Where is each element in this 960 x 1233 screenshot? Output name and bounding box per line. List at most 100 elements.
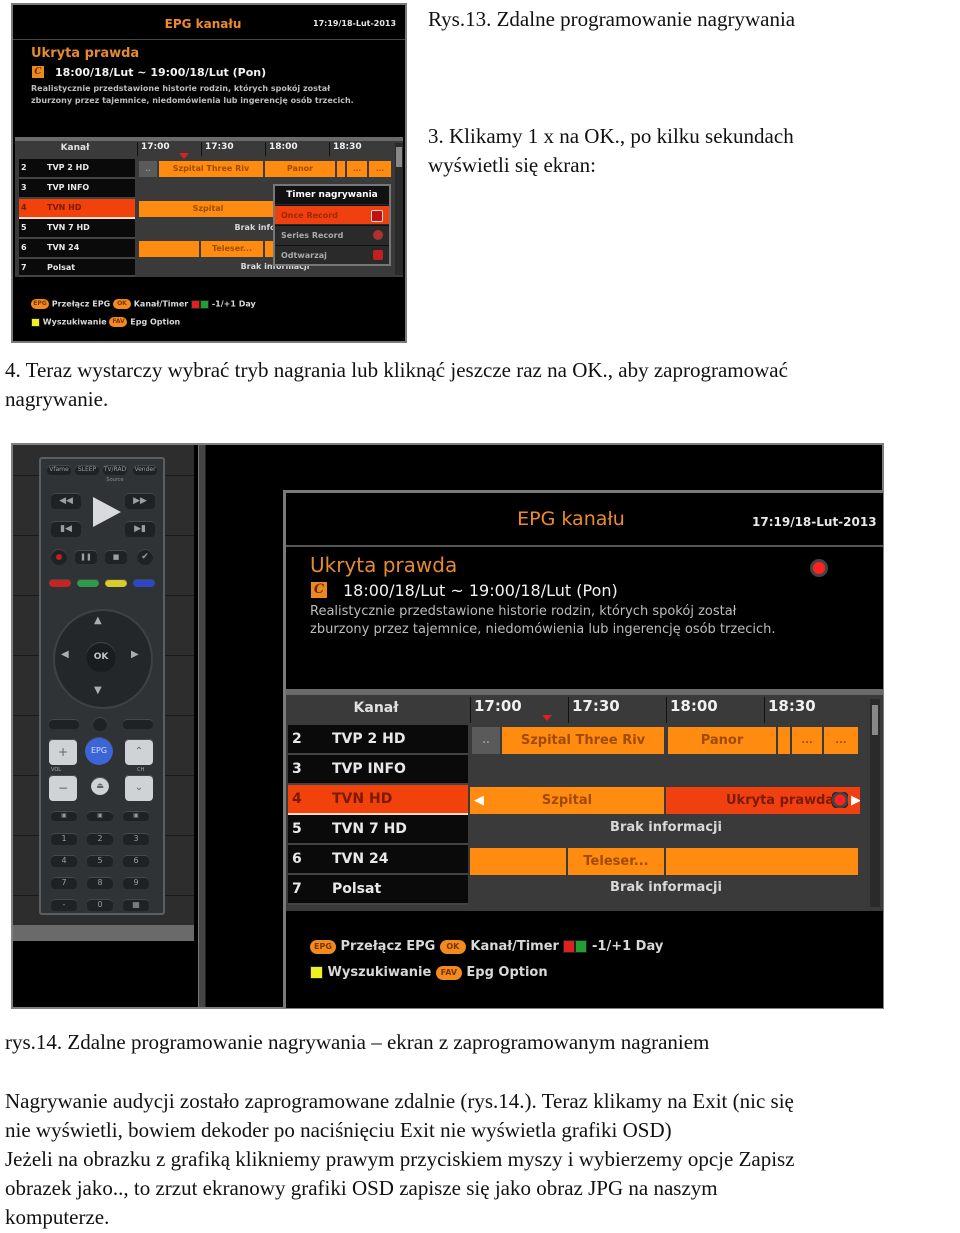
function-key[interactable]: ▣ xyxy=(123,811,149,821)
channel-row[interactable]: 3 TVP INFO xyxy=(19,179,135,199)
menu-item-playback[interactable]: Odtwarzaj xyxy=(275,245,389,264)
next-key[interactable]: ▶▮ xyxy=(125,521,155,537)
channel-row[interactable]: 7 Polsat xyxy=(288,875,468,905)
blue-key[interactable] xyxy=(133,579,155,587)
channel-name: TVN 7 HD xyxy=(47,223,90,232)
program-cell[interactable]: ... xyxy=(347,161,369,177)
record-scheduled-icon xyxy=(832,792,848,808)
green-key[interactable] xyxy=(77,579,99,587)
program-cell[interactable] xyxy=(139,241,201,257)
play-icon[interactable] xyxy=(93,497,121,527)
channel-up-key[interactable]: ⌃ xyxy=(125,739,153,765)
epg-key[interactable]: EPG xyxy=(85,737,113,765)
function-key[interactable]: ▣ xyxy=(51,811,77,821)
program-cell[interactable]: ... xyxy=(792,727,824,754)
record-key[interactable] xyxy=(51,549,67,565)
digit-key[interactable]: 0 xyxy=(87,899,113,911)
program-cell[interactable]: Panor xyxy=(265,161,337,177)
red-key[interactable] xyxy=(49,579,71,587)
fav-key[interactable] xyxy=(93,717,107,731)
menu-item-once-record[interactable]: Once Record xyxy=(275,205,389,224)
channel-row[interactable]: 2 TVP 2 HD xyxy=(288,725,468,755)
dash-key[interactable]: - xyxy=(51,899,77,911)
epg-osd: EPG kanału 17:19/18-Lut-2013 Ukryta praw… xyxy=(283,490,883,1008)
program-cell[interactable]: Szpital Three Riv xyxy=(502,727,666,754)
channel-column-header: Kanał xyxy=(60,143,90,153)
digit-key[interactable]: 6 xyxy=(123,855,149,867)
menu-grid-key[interactable]: ▦ xyxy=(123,899,149,911)
left-arrow-key[interactable]: ◀ xyxy=(61,649,69,660)
grid-top-border xyxy=(286,689,883,695)
digit-key[interactable]: 7 xyxy=(51,877,77,889)
sleep-key[interactable]: SLEEP xyxy=(75,465,99,475)
program-cell-recording[interactable]: Ukryta prawda ▶ xyxy=(666,787,862,814)
channel-row[interactable]: 2 TVP 2 HD xyxy=(19,159,135,179)
channel-number: 2 xyxy=(21,163,27,172)
channel-row[interactable]: 6 TVN 24 xyxy=(288,845,468,875)
program-cell[interactable]: ... xyxy=(369,161,393,177)
green-key-icon xyxy=(575,940,588,953)
channel-row[interactable]: 5 TVN 7 HD xyxy=(288,815,468,845)
remote-key[interactable] xyxy=(123,719,153,729)
digit-key[interactable]: 1 xyxy=(51,833,77,845)
mute-key[interactable]: ⏏ xyxy=(91,777,109,795)
up-arrow-key[interactable]: ▲ xyxy=(94,615,102,626)
volume-down-key[interactable]: − xyxy=(49,775,77,801)
program-cell[interactable] xyxy=(470,848,568,875)
program-cell[interactable]: ... xyxy=(824,727,860,754)
down-arrow-key[interactable]: ▼ xyxy=(94,685,102,696)
digit-key[interactable]: 9 xyxy=(123,877,149,889)
digit-key[interactable]: 2 xyxy=(87,833,113,845)
stop-key[interactable]: ■ xyxy=(105,550,127,564)
pause-key[interactable]: ❚❚ xyxy=(75,550,97,564)
check-key[interactable]: ✔ xyxy=(137,549,153,565)
menu-item-series-record[interactable]: Series Record xyxy=(275,225,389,244)
digit-key[interactable]: 3 xyxy=(123,833,149,845)
function-key[interactable]: ▣ xyxy=(87,811,113,821)
time-header-1830: 18:30 xyxy=(329,142,393,156)
program-cell[interactable]: ◀ Szpital xyxy=(470,787,666,814)
remote-key[interactable]: Vfame xyxy=(47,465,71,475)
channel-row[interactable]: 5 TVN 7 HD xyxy=(19,219,135,239)
program-cell[interactable]: Panor xyxy=(668,727,778,754)
channel-row-selected[interactable]: 4 TVN HD xyxy=(288,785,468,815)
yellow-key[interactable] xyxy=(105,579,127,587)
rewind-key[interactable]: ◀◀ xyxy=(51,493,81,509)
program-cell[interactable]: Teleser... xyxy=(201,241,265,257)
menu-item-label: Odtwarzaj xyxy=(281,251,327,260)
remote-key[interactable] xyxy=(49,719,79,729)
scrollbar-thumb[interactable] xyxy=(396,147,402,167)
program-cell[interactable]: Teleser... xyxy=(568,848,666,875)
channel-down-key[interactable]: ⌄ xyxy=(125,775,153,801)
channel-row[interactable]: 7 Polsat xyxy=(19,259,135,277)
scrollbar[interactable] xyxy=(870,699,880,907)
program-cell[interactable] xyxy=(666,848,860,875)
digit-key[interactable]: 4 xyxy=(51,855,77,867)
figure-13-caption: Rys.13. Zdalne programowanie nagrywania xyxy=(428,7,796,31)
digit-key[interactable]: 5 xyxy=(87,855,113,867)
remote-key[interactable]: Vender xyxy=(133,465,157,475)
volume-up-key[interactable]: + xyxy=(49,739,77,765)
program-cell[interactable]: Szpital xyxy=(139,201,279,217)
digit-key[interactable]: 8 xyxy=(87,877,113,889)
time-header-1730: 17:30 xyxy=(568,697,667,723)
grid-top-border xyxy=(15,137,403,141)
program-cell[interactable]: .. xyxy=(472,727,502,754)
program-cell[interactable]: Szpital Three Riv xyxy=(159,161,265,177)
ok-key[interactable]: OK xyxy=(86,642,116,672)
scrollbar-thumb[interactable] xyxy=(872,705,878,735)
right-arrow-key[interactable]: ▶ xyxy=(131,649,139,660)
previous-key[interactable]: ▮◀ xyxy=(51,521,81,537)
fast-forward-key[interactable]: ▶▶ xyxy=(125,493,155,509)
tv-radio-key[interactable]: TV/RAD xyxy=(103,465,127,475)
channel-row-selected[interactable]: 4 TVN HD xyxy=(19,199,135,219)
scroll-right-arrow-icon[interactable]: ▶ xyxy=(851,787,860,814)
channel-row[interactable]: 3 TVP INFO xyxy=(288,755,468,785)
program-cell[interactable]: .. xyxy=(139,161,159,177)
program-cell[interactable] xyxy=(337,161,347,177)
program-cell[interactable] xyxy=(778,727,792,754)
scrollbar[interactable] xyxy=(395,143,403,275)
channel-row[interactable]: 6 TVN 24 xyxy=(19,239,135,259)
scroll-left-arrow-icon[interactable]: ◀ xyxy=(474,787,484,814)
channel-number: 6 xyxy=(292,851,302,867)
